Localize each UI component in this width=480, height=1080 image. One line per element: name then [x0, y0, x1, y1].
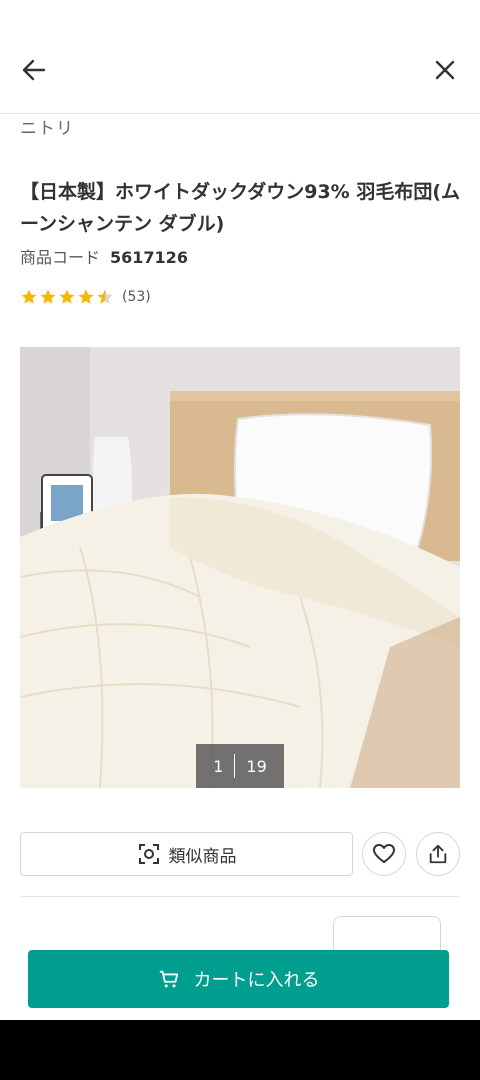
image-index: 1 — [213, 756, 224, 776]
cart-icon — [159, 970, 178, 988]
star-icon — [59, 289, 75, 304]
product-code-value: 5617126 — [110, 248, 188, 267]
star-rating — [20, 288, 114, 306]
star-icon — [78, 289, 94, 304]
product-title: 【日本製】ホワイトダックダウン93% 羽毛布団(ムーンシャンテン ダブル) — [20, 181, 461, 235]
top-bar — [0, 0, 480, 114]
arrow-left-icon — [22, 59, 46, 81]
product-code-label: 商品コード — [20, 248, 101, 267]
product-image[interactable] — [20, 347, 460, 788]
image-counter: 1 19 — [196, 744, 284, 788]
star-icon — [40, 289, 56, 304]
half-star-icon — [97, 289, 113, 304]
image-total: 19 — [246, 756, 267, 776]
back-button[interactable] — [12, 48, 56, 92]
comforter-photo — [20, 347, 460, 788]
product-code: 商品コード 5617126 — [20, 244, 188, 268]
star-icon — [21, 289, 37, 304]
rating-row[interactable]: (53) — [20, 288, 151, 306]
camera-scan-icon — [138, 844, 159, 864]
section-divider — [20, 896, 460, 897]
share-icon — [429, 844, 447, 864]
heart-icon — [373, 844, 395, 863]
close-icon — [435, 60, 455, 80]
brand-name[interactable]: ニトリ — [20, 114, 74, 139]
add-to-cart-button[interactable]: カートに入れる — [28, 950, 449, 1008]
product-detail-screen: ニトリ 【日本製】ホワイトダックダウン93% 羽毛布団(ムーンシャンテン ダブル… — [0, 0, 480, 1020]
review-count: (53) — [122, 289, 151, 305]
counter-divider — [234, 754, 236, 778]
system-nav-area — [0, 1020, 480, 1080]
similar-products-label: 類似商品 — [168, 846, 237, 867]
add-to-cart-label: カートに入れる — [193, 970, 320, 991]
share-button[interactable] — [416, 832, 460, 876]
similar-products-button[interactable]: 類似商品 — [20, 832, 353, 876]
favorite-button[interactable] — [362, 832, 406, 876]
close-button[interactable] — [423, 48, 467, 92]
